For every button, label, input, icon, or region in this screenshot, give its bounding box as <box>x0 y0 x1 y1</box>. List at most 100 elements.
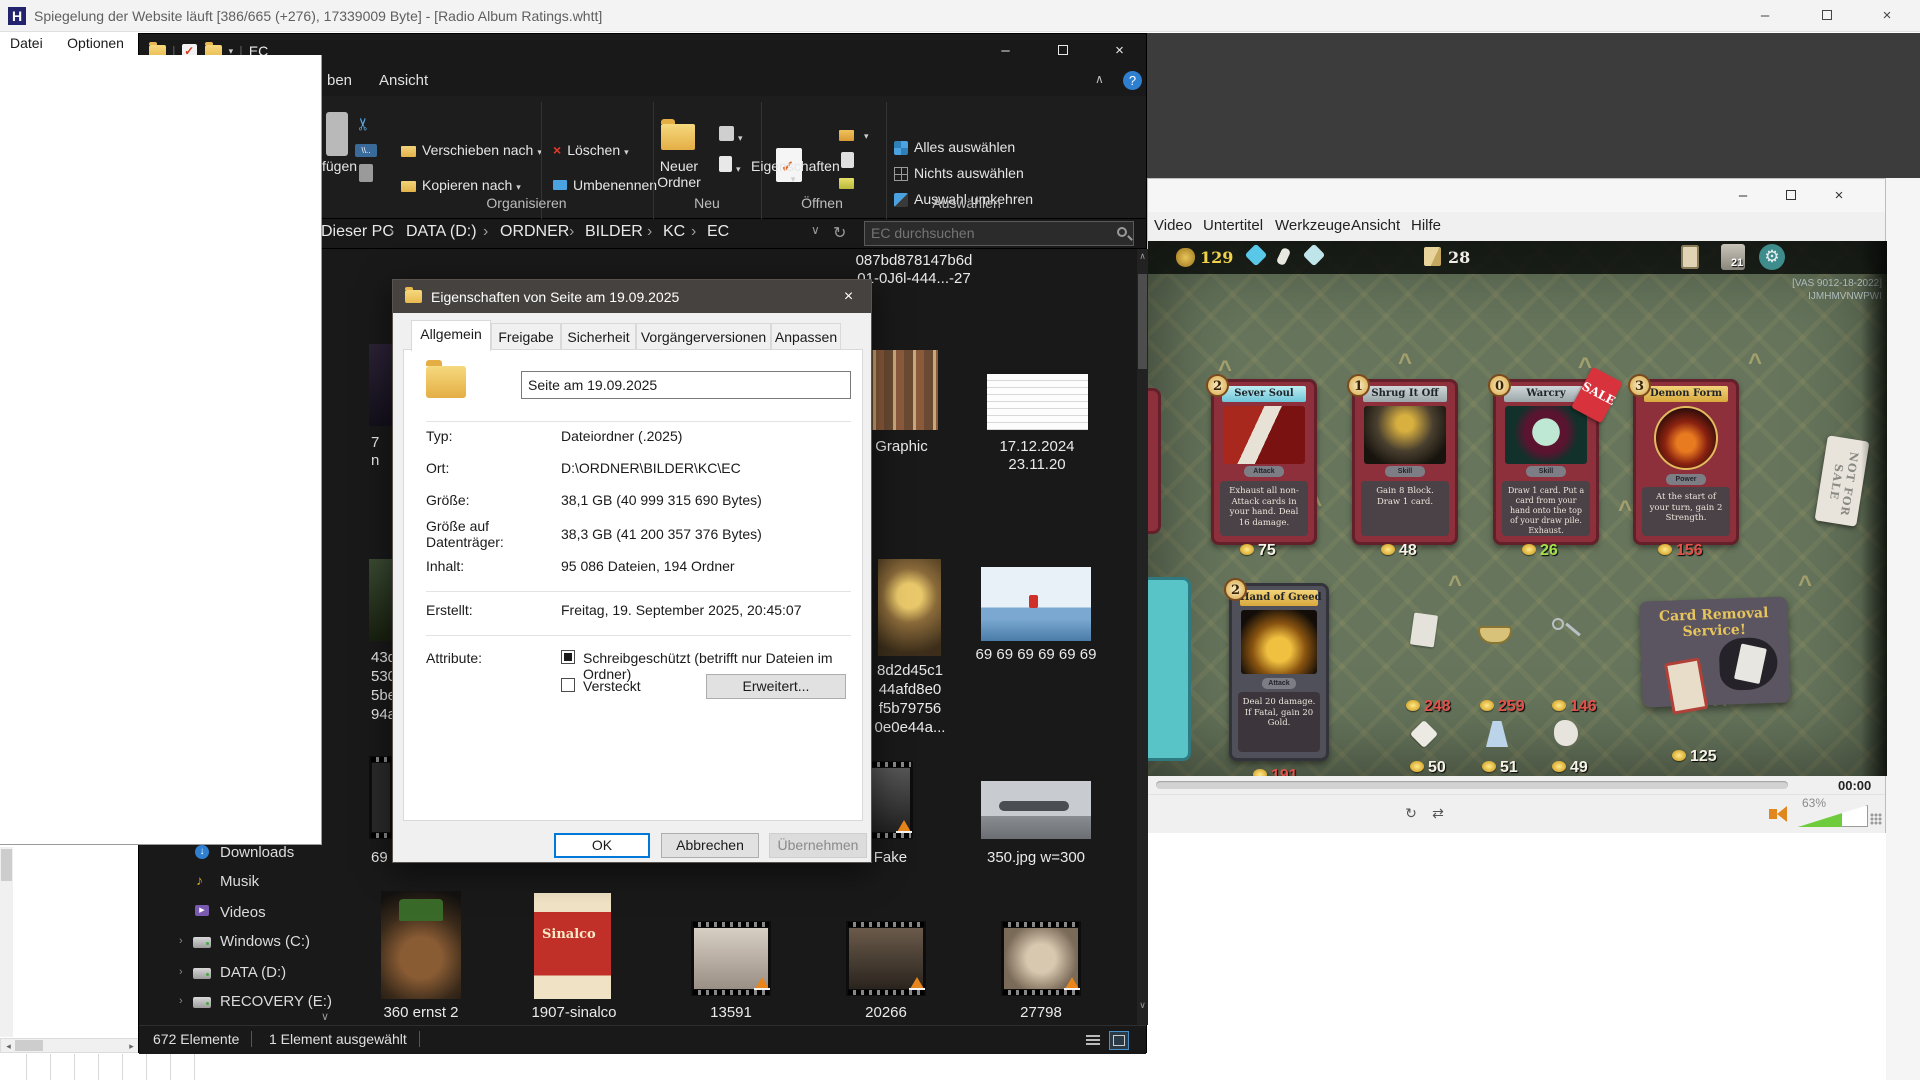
vlc-menu-untertitel[interactable]: Untertitel <box>1203 217 1263 234</box>
dialog-close-button[interactable]: × <box>826 280 871 313</box>
file-thumbnail-airplane[interactable] <box>981 781 1091 839</box>
scrollbar-thumb[interactable] <box>1138 274 1147 369</box>
file-label[interactable]: 350.jpg w=300 <box>971 849 1101 866</box>
hidden-checkbox-label[interactable]: Versteckt <box>583 678 641 694</box>
file-label[interactable]: 23.11.20 <box>979 456 1095 473</box>
file-label[interactable]: 1907-sinalco <box>524 1004 624 1021</box>
file-label-partial[interactable]: 5be6 <box>371 687 394 704</box>
httrack-close-button[interactable]: × <box>1872 4 1902 28</box>
breadcrumb-dieser-pc[interactable]: Dieser PC <box>321 223 394 241</box>
file-label[interactable]: 0e0e44a... <box>867 719 953 736</box>
copy-icon[interactable] <box>359 164 373 182</box>
file-thumbnail-partial[interactable] <box>369 756 393 839</box>
sidebar-item-videos[interactable]: ▶Videos <box>179 899 419 925</box>
file-label-partial[interactable]: 5306 <box>371 668 394 685</box>
easy-access-icon[interactable]: ▾ <box>719 156 741 175</box>
file-label[interactable]: 44afd8e0 <box>867 681 953 698</box>
tab-allgemein[interactable]: Allgemein <box>411 320 491 351</box>
help-icon[interactable]: ? <box>1123 71 1142 90</box>
httrack-minimize-button[interactable]: – <box>1750 4 1780 28</box>
vlc-menu-hilfe[interactable]: Hilfe <box>1411 217 1441 234</box>
shop-card-demon-form[interactable]: 3 Demon Form Power At the start of your … <box>1633 379 1739 545</box>
thumbnail-view-button[interactable] <box>1109 1031 1129 1050</box>
relic-pot-icon[interactable] <box>1478 626 1512 644</box>
rename-button[interactable]: Umbenennen <box>553 177 657 193</box>
file-thumbnail-portrait[interactable] <box>878 559 941 656</box>
file-thumbnail-spreadsheet[interactable] <box>987 374 1088 430</box>
file-thumbnail-video[interactable] <box>846 921 926 996</box>
relic-spoon-icon[interactable] <box>1552 618 1564 630</box>
select-none-button[interactable]: Nichts auswählen <box>894 165 1024 181</box>
breadcrumb-data-d[interactable]: DATA (D:) <box>406 223 477 241</box>
copy-path-icon[interactable]: \\.. <box>355 144 377 157</box>
file-label[interactable]: 087bd878147b6d <box>839 252 989 269</box>
file-label-partial[interactable]: 7 <box>371 434 393 451</box>
new-folder-icon[interactable] <box>661 124 695 150</box>
copy-to-button[interactable]: Kopieren nach▾ <box>401 177 521 193</box>
sidebar-item-data-d[interactable]: ›DATA (D:) <box>179 959 419 985</box>
delete-button[interactable]: ×Löschen▾ <box>553 142 629 158</box>
potion-blue-icon[interactable] <box>1486 721 1508 747</box>
shop-card-sever-soul[interactable]: 2 Sever Soul Attack Exhaust all non-Atta… <box>1211 379 1317 545</box>
shop-card-shrug-it-off[interactable]: 1 Shrug It Off Skill Gain 8 Block. Draw … <box>1352 379 1458 545</box>
file-thumbnail-partial[interactable] <box>369 559 393 641</box>
explorer-maximize-button[interactable] <box>1034 34 1091 68</box>
httrack-hscroll-thumb[interactable] <box>15 1040 43 1051</box>
select-all-button[interactable]: Alles auswählen <box>894 139 1015 155</box>
hidden-checkbox[interactable] <box>561 678 575 692</box>
new-item-icon[interactable]: ▾ <box>719 126 743 144</box>
search-input[interactable] <box>865 222 1105 244</box>
new-folder-button[interactable]: NeuerOrdner <box>647 158 711 190</box>
map-icon[interactable] <box>1424 247 1441 266</box>
tab-ansicht[interactable]: Ansicht <box>379 72 428 89</box>
file-thumbnail-graphic[interactable] <box>864 350 938 430</box>
search-icon[interactable] <box>1117 227 1127 237</box>
sidebar-item-musik[interactable]: ♪Musik <box>179 868 419 894</box>
folder-name-field[interactable] <box>521 371 851 399</box>
potion-white-icon[interactable] <box>1410 720 1438 748</box>
refresh-icon[interactable]: ↻ <box>833 223 846 243</box>
file-label[interactable]: f5b79756 <box>867 700 953 717</box>
breadcrumb-kc[interactable]: KC <box>663 223 685 241</box>
file-thumbnail-partial[interactable] <box>369 344 393 426</box>
potion-round-icon[interactable] <box>1554 720 1578 746</box>
card-removal-sign[interactable]: Card Removal Service! <box>1639 596 1791 707</box>
httrack-menu-optionen[interactable]: Optionen <box>57 32 134 54</box>
advanced-button[interactable]: Erweitert... <box>706 674 846 699</box>
scroll-right-icon[interactable]: ▸ <box>124 1039 139 1054</box>
tab-sicherheit[interactable]: Sicherheit <box>561 323 636 350</box>
search-box[interactable] <box>864 221 1134 246</box>
file-label[interactable]: 17.12.2024 <box>979 438 1095 455</box>
shop-card-warcry[interactable]: 0 Warcry Skill Draw 1 card. Put a card f… <box>1493 379 1599 545</box>
scroll-up-icon[interactable]: ∧ <box>1137 251 1148 262</box>
file-thumbnail-poster[interactable]: Sinalco <box>534 893 611 999</box>
details-view-button[interactable] <box>1083 1031 1103 1050</box>
shop-card-hand-of-greed[interactable]: 2 Hand of Greed Attack Deal 20 damage. I… <box>1229 583 1329 761</box>
vlc-menu-video[interactable]: Video <box>1154 217 1192 234</box>
scroll-down-icon[interactable]: ∨ <box>1137 1000 1148 1011</box>
vlc-menu-ansicht[interactable]: Ansicht <box>1351 217 1400 234</box>
file-label[interactable]: 69 69 69 69 69 69 <box>971 646 1101 663</box>
vlc-maximize-button[interactable] <box>1768 179 1814 212</box>
file-label[interactable]: 13591 <box>691 1004 771 1021</box>
breadcrumb-ordner[interactable]: ORDNER <box>500 223 569 241</box>
relic-membership-card-icon[interactable] <box>1410 612 1438 647</box>
speaker-icon[interactable] <box>1769 809 1777 819</box>
properties-button[interactable]: Eigenschaften▾ <box>751 158 831 185</box>
move-to-button[interactable]: Verschieben nach▾ <box>401 142 542 158</box>
open-icon[interactable]: ▾ <box>839 126 869 142</box>
tab-vorgaengerversionen[interactable]: Vorgängerversionen <box>636 323 771 350</box>
apply-button[interactable]: Übernehmen <box>769 833 867 858</box>
history-icon[interactable] <box>839 174 860 190</box>
cut-icon[interactable]: ✂ <box>354 117 374 131</box>
file-thumbnail-video[interactable] <box>691 921 771 996</box>
tab-freigeben-partial[interactable]: ben <box>327 72 352 89</box>
file-label-partial[interactable]: 94ad <box>371 706 394 723</box>
settings-gear-icon[interactable]: ⚙ <box>1759 244 1785 270</box>
explorer-minimize-button[interactable]: – <box>977 34 1034 68</box>
scroll-left-icon[interactable]: ◂ <box>1 1039 16 1054</box>
sidebar-item-recovery-e[interactable]: ›RECOVERY (E:) ∨ <box>179 988 419 1014</box>
paste-label-partial[interactable]: fügen <box>322 158 357 174</box>
file-label[interactable]: 8d2d45c1 <box>867 662 953 679</box>
paste-icon[interactable] <box>326 112 348 156</box>
